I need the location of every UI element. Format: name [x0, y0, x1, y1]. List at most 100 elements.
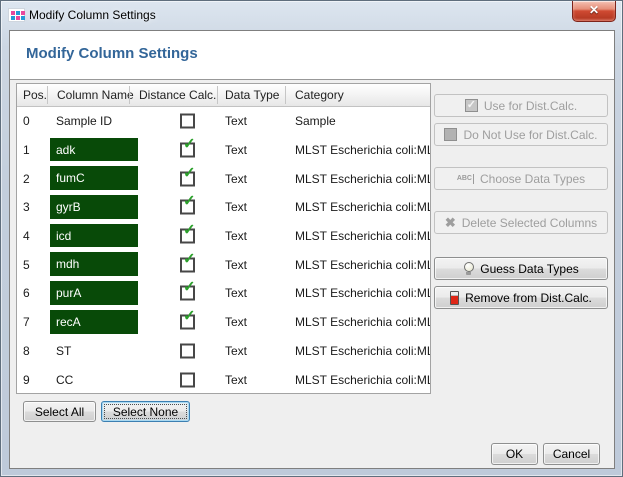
category-cell: MLST Escherichia coli:MLST	[295, 172, 431, 186]
header-data-type: Data Type	[225, 84, 279, 106]
header-divider	[129, 86, 130, 104]
table-body: 0 Sample ID ✓ Text Sample 1 adk ✓ Text M…	[17, 107, 430, 394]
table-row[interactable]: 5 mdh ✓ Text MLST Escherichia coli:MLST	[17, 250, 430, 279]
abc-text-icon: ABC	[457, 174, 474, 184]
header-column-name: Column Name	[57, 84, 134, 106]
category-cell: MLST Escherichia coli:MLST	[295, 286, 431, 300]
row-position: 3	[23, 200, 30, 214]
data-type-cell: Text	[225, 286, 247, 300]
checkmark-icon: ✓	[183, 223, 196, 238]
row-position: 4	[23, 229, 30, 243]
button-label: Guess Data Types	[480, 262, 579, 276]
header-distance-calc: Distance Calc.	[139, 84, 216, 106]
select-all-button[interactable]: Select All	[23, 401, 96, 422]
row-position: 7	[23, 315, 30, 329]
category-cell: MLST Escherichia coli:MLST	[295, 143, 431, 157]
table-header-row: Pos. Column Name Distance Calc. Data Typ…	[17, 84, 430, 107]
data-type-cell: Text	[225, 143, 247, 157]
row-position: 2	[23, 172, 30, 186]
header-category: Category	[295, 84, 344, 106]
data-type-cell: Text	[225, 172, 247, 186]
column-name-cell[interactable]: gyrB	[50, 195, 138, 219]
table-row[interactable]: 7 recA ✓ Text MLST Escherichia coli:MLST	[17, 308, 430, 337]
distance-calc-checkbox[interactable]: ✓	[180, 372, 195, 387]
data-type-cell: Text	[225, 114, 247, 128]
dialog-window: { "window": { "title": "Modify Column Se…	[0, 0, 623, 477]
distance-calc-checkbox[interactable]: ✓	[180, 229, 195, 244]
close-icon[interactable]: ✕	[572, 1, 616, 22]
ok-button[interactable]: OK	[491, 443, 538, 465]
button-label: Do Not Use for Dist.Calc.	[463, 128, 597, 142]
panel-header: Modify Column Settings	[10, 31, 614, 80]
checkmark-icon: ✓	[183, 280, 196, 295]
row-position: 6	[23, 286, 30, 300]
distance-calc-checkbox[interactable]: ✓	[180, 200, 195, 215]
page-title: Modify Column Settings	[26, 45, 198, 62]
header-divider	[285, 86, 286, 104]
table-row[interactable]: 1 adk ✓ Text MLST Escherichia coli:MLST	[17, 136, 430, 165]
column-name-cell[interactable]: CC	[56, 373, 73, 387]
checkmark-icon: ✓	[183, 137, 196, 152]
row-position: 5	[23, 258, 30, 272]
category-cell: MLST Escherichia coli:MLST	[295, 229, 431, 243]
header-divider	[47, 86, 48, 104]
table-row[interactable]: 9 CC ✓ Text MLST Escherichia coli:MLST	[17, 365, 430, 394]
row-position: 1	[23, 143, 30, 157]
delete-selected-columns-button[interactable]: ✖ Delete Selected Columns	[434, 211, 608, 234]
lightbulb-icon	[463, 261, 474, 276]
window-title: Modify Column Settings	[29, 8, 156, 22]
button-label: Remove from Dist.Calc.	[465, 291, 592, 305]
checkmark-icon: ✓	[183, 309, 196, 324]
distance-calc-checkbox[interactable]: ✓	[180, 171, 195, 186]
blank-checkbox-icon	[444, 128, 457, 141]
button-label: Choose Data Types	[480, 172, 585, 186]
column-name-cell[interactable]: purA	[50, 281, 138, 305]
table-row[interactable]: 6 purA ✓ Text MLST Escherichia coli:MLST	[17, 279, 430, 308]
do-not-use-for-distcalc-button[interactable]: Do Not Use for Dist.Calc.	[434, 123, 608, 146]
cancel-button[interactable]: Cancel	[543, 443, 600, 465]
checkmark-icon: ✓	[183, 165, 196, 180]
distance-calc-checkbox[interactable]: ✓	[180, 286, 195, 301]
data-type-cell: Text	[225, 229, 247, 243]
column-name-cell[interactable]: recA	[50, 310, 138, 334]
button-label: Delete Selected Columns	[462, 216, 597, 230]
row-position: 0	[23, 114, 30, 128]
data-type-cell: Text	[225, 315, 247, 329]
data-type-cell: Text	[225, 344, 247, 358]
guess-data-types-button[interactable]: Guess Data Types	[434, 257, 608, 280]
distance-calc-checkbox[interactable]: ✓	[180, 315, 195, 330]
choose-data-types-button[interactable]: ABC Choose Data Types	[434, 167, 608, 190]
distance-calc-checkbox[interactable]: ✓	[180, 343, 195, 358]
app-icon	[8, 8, 25, 22]
use-for-distcalc-button[interactable]: ✓ Use for Dist.Calc.	[434, 94, 608, 117]
table-row[interactable]: 2 fumC ✓ Text MLST Escherichia coli:MLST	[17, 164, 430, 193]
column-name-cell[interactable]: ST	[56, 344, 71, 358]
table-row[interactable]: 0 Sample ID ✓ Text Sample	[17, 107, 430, 136]
data-type-cell: Text	[225, 373, 247, 387]
table-row[interactable]: 3 gyrB ✓ Text MLST Escherichia coli:MLST	[17, 193, 430, 222]
delete-x-icon: ✖	[445, 216, 456, 229]
category-cell: MLST Escherichia coli:MLST	[295, 315, 431, 329]
titlebar[interactable]: Modify Column Settings ✕	[1, 1, 622, 30]
distance-calc-checkbox[interactable]: ✓	[180, 257, 195, 272]
header-divider	[217, 86, 218, 104]
category-cell: Sample	[295, 114, 336, 128]
distance-calc-checkbox[interactable]: ✓	[180, 114, 195, 129]
column-name-cell[interactable]: adk	[50, 138, 138, 162]
table-row[interactable]: 4 icd ✓ Text MLST Escherichia coli:MLST	[17, 222, 430, 251]
column-name-cell[interactable]: icd	[50, 224, 138, 248]
remove-from-distcalc-button[interactable]: Remove from Dist.Calc.	[434, 286, 608, 309]
distance-calc-checkbox[interactable]: ✓	[180, 143, 195, 158]
columns-table: Pos. Column Name Distance Calc. Data Typ…	[16, 83, 431, 394]
table-row[interactable]: 8 ST ✓ Text MLST Escherichia coli:MLST	[17, 337, 430, 366]
row-position: 8	[23, 344, 30, 358]
checkmark-icon: ✓	[183, 194, 196, 209]
header-pos: Pos.	[23, 84, 47, 106]
data-type-cell: Text	[225, 200, 247, 214]
column-name-cell[interactable]: Sample ID	[56, 114, 112, 128]
select-none-button[interactable]: Select None	[101, 401, 190, 422]
column-name-cell[interactable]: mdh	[50, 252, 138, 276]
checkmark-icon: ✓	[183, 251, 196, 266]
column-name-cell[interactable]: fumC	[50, 166, 138, 190]
row-position: 9	[23, 373, 30, 387]
